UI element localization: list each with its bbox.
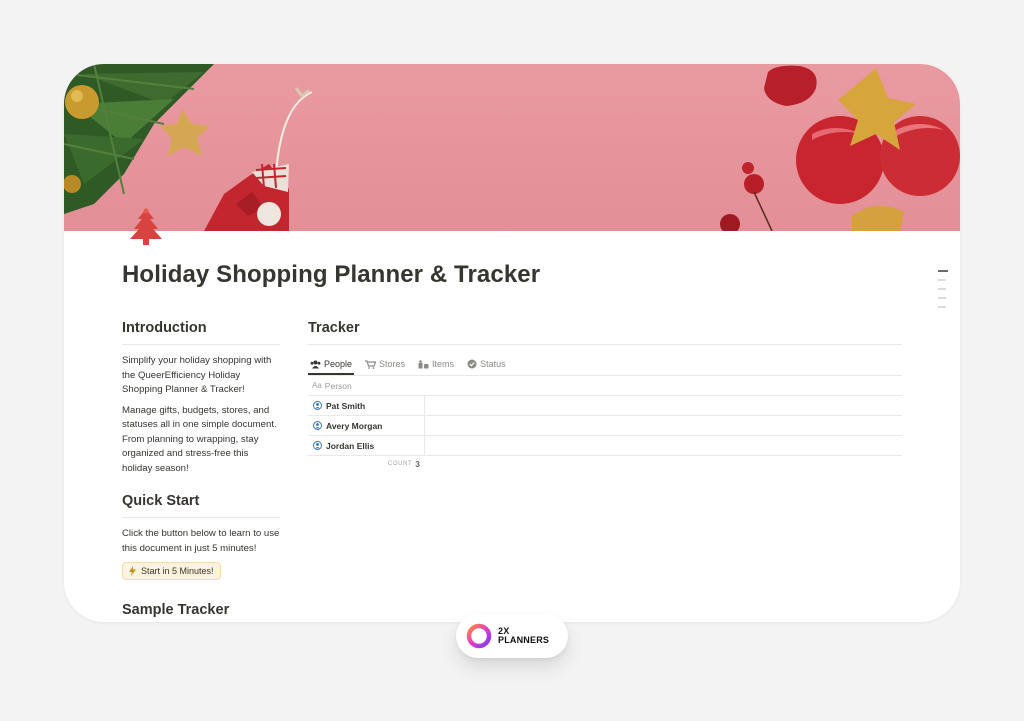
introduction-paragraph-2: Manage gifts, budgets, stores, and statu… bbox=[122, 404, 277, 474]
person-cell[interactable]: Pat Smith bbox=[308, 396, 425, 415]
quick-start-paragraph: Click the button below to learn to use t… bbox=[122, 528, 280, 554]
cover-illustration bbox=[64, 64, 960, 231]
person-name: Jordan Ellis bbox=[326, 440, 375, 451]
brand-badge: 2X PLANNERS bbox=[456, 614, 568, 658]
person-column-header[interactable]: Aa Person bbox=[308, 376, 902, 396]
cart-icon bbox=[365, 359, 377, 369]
brand-wordmark: 2X PLANNERS bbox=[498, 626, 550, 646]
right-column: Tracker People Stores Items Status Aa Pe… bbox=[308, 320, 902, 469]
text-property-icon: Aa bbox=[312, 381, 322, 390]
brand-line-2: PLANNERS bbox=[498, 635, 550, 645]
person-icon bbox=[313, 441, 322, 450]
count-footer[interactable]: COUNT 3 bbox=[308, 459, 420, 469]
cover-image bbox=[64, 64, 960, 231]
table-row: Jordan Ellis bbox=[308, 436, 902, 456]
tab-items[interactable]: Items bbox=[416, 353, 456, 375]
start-in-5-minutes-button[interactable]: Start in 5 Minutes! bbox=[122, 562, 221, 580]
person-cell[interactable]: Jordan Ellis bbox=[308, 436, 425, 455]
introduction-heading: Introduction bbox=[122, 320, 280, 345]
tab-items-label: Items bbox=[432, 359, 455, 369]
table-of-contents-indicator[interactable] bbox=[938, 270, 948, 315]
lightning-icon bbox=[129, 566, 136, 576]
christmas-tree-icon[interactable] bbox=[128, 207, 164, 247]
left-column: Introduction Simplify your holiday shopp… bbox=[122, 320, 280, 622]
page-title: Holiday Shopping Planner & Tracker bbox=[122, 261, 541, 288]
person-column-label: Person bbox=[324, 380, 352, 391]
tab-stores-label: Stores bbox=[379, 359, 406, 369]
count-value: 3 bbox=[415, 459, 420, 469]
person-name: Avery Morgan bbox=[326, 420, 383, 431]
people-icon bbox=[310, 360, 321, 368]
sample-tracker-heading: Sample Tracker bbox=[122, 602, 230, 618]
person-icon bbox=[313, 401, 322, 410]
status-check-icon bbox=[467, 359, 477, 369]
tab-people-label: People bbox=[324, 359, 353, 369]
tracker-heading: Tracker bbox=[308, 320, 902, 345]
database-view-tabs: People Stores Items Status bbox=[308, 353, 902, 376]
quick-start-heading: Quick Start bbox=[122, 493, 280, 518]
table-row: Pat Smith bbox=[308, 396, 902, 416]
count-label: COUNT bbox=[387, 461, 413, 467]
table-row: Avery Morgan bbox=[308, 416, 902, 436]
start-button-label: Start in 5 Minutes! bbox=[141, 566, 214, 576]
tab-stores[interactable]: Stores bbox=[363, 353, 407, 375]
introduction-paragraph-1: Simplify your holiday shopping with the … bbox=[122, 355, 272, 395]
tab-status[interactable]: Status bbox=[465, 353, 508, 375]
brand-logo-icon bbox=[466, 623, 492, 649]
person-name: Pat Smith bbox=[326, 400, 366, 411]
person-icon bbox=[313, 421, 322, 430]
notion-page-frame: Holiday Shopping Planner & Tracker Intro… bbox=[64, 64, 960, 622]
person-cell[interactable]: Avery Morgan bbox=[308, 416, 425, 435]
items-icon bbox=[418, 359, 429, 368]
tab-status-label: Status bbox=[480, 359, 506, 369]
tab-people[interactable]: People bbox=[308, 353, 355, 375]
